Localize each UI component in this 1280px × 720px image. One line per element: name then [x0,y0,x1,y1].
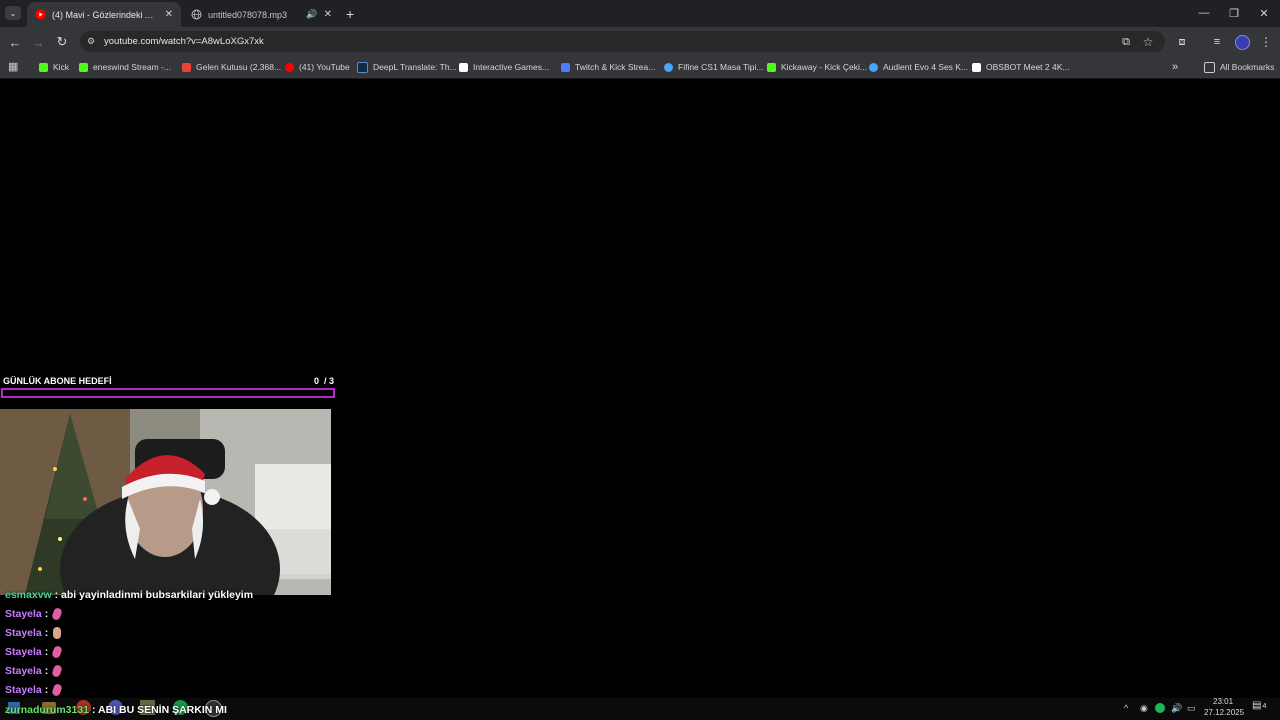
bookmark-gmail[interactable]: Gelen Kutusu (2.368... [182,60,281,74]
emote-icon [51,664,63,679]
media-controls-icon[interactable]: ≡ [1208,33,1226,51]
chevron-down-icon: ⌄ [9,8,17,18]
bookmark-eneswind[interactable]: eneswind Stream -... [79,60,171,74]
close-tab-icon[interactable]: ✕ [165,9,173,20]
chat-username: Stayela [5,627,42,639]
chat-username: zurnadurum3131 [5,704,90,716]
reload-button[interactable]: ↻ [53,33,71,51]
bookmark-kick[interactable]: Kick [39,60,69,74]
notification-count: 4 [1262,703,1267,710]
discord-tray-icon[interactable]: ◉ [1140,701,1148,715]
interactive-games-icon [459,62,468,72]
bookmark-obsbot[interactable]: OBSBOT Meet 2 4K... [972,60,1069,74]
chat-username: Stayela [5,665,42,677]
new-tab-button[interactable]: + [346,6,354,22]
youtube-icon [35,9,46,20]
w-icon [972,62,981,72]
all-bookmarks-button[interactable]: All Bookmarks [1204,60,1274,74]
chat-message: Stayela : [5,645,63,660]
bookmark-twitch-kick[interactable]: Twitch & Kick Strea... [561,60,655,74]
tray-overflow-icon[interactable]: ^ [1124,701,1128,715]
arrow-left-icon: ← [8,34,22,50]
folder-icon [1204,61,1215,73]
maximize-button[interactable]: ❐ [1221,4,1247,22]
extensions-icon[interactable]: ⧈ [1173,33,1191,51]
chat-text: abi yayinladinmi bubsarkilari yükleyim [61,589,254,601]
chat-message: esmaxvw : abi yayinladinmi bubsarkilari … [5,589,254,601]
deepl-icon [357,61,368,73]
verified-check-icon [664,62,673,72]
tab-search-button[interactable]: ⌄ [5,6,21,20]
tab-title: (4) Mavi - Gözlerindeki Ay (Aku [52,9,159,20]
chat-username: Stayela [5,608,42,620]
emote-icon [51,645,63,660]
bookmark-interactive-games[interactable]: Interactive Games... [459,60,549,74]
bookmark-deepl[interactable]: DeepL Translate: Th... [357,60,457,74]
bookmark-youtube[interactable]: (41) YouTube [285,60,350,74]
volume-icon[interactable]: 🔊 [1171,701,1182,715]
chat-username: Stayela [5,646,42,658]
chat-message: Stayela : [5,664,63,679]
more-bookmarks-icon[interactable]: » [1172,60,1178,74]
youtube-icon [285,62,294,72]
spotify-tray-icon[interactable] [1155,701,1165,715]
profile-avatar[interactable] [1235,35,1250,50]
tab-title: untitled078078.mp3 [208,9,288,20]
emote-icon [51,683,63,698]
chat-text: ABI BU SENİN ŞARKIN MI [97,704,227,716]
url-text[interactable]: youtube.com/watch?v=A8wLoXGx7xk [104,36,264,47]
webcam-feed [0,409,331,595]
forward-button[interactable]: → [29,33,47,51]
goal-title: GÜNLÜK ABONE HEDEFİ [3,376,112,386]
cp-icon [561,62,570,72]
tab-youtube[interactable]: (4) Mavi - Gözlerindeki Ay (Aku ✕ [27,2,181,27]
emote-icon [53,627,62,640]
goal-count: 0 / 3 [314,376,335,386]
reload-icon: ↻ [56,34,68,49]
tab-mp3[interactable]: untitled078078.mp3 🔊 ✕ [183,2,340,27]
globe-icon [191,9,202,20]
bookmark-fifine[interactable]: Fifine CS1 Masa Tipi... [664,60,764,74]
more-menu-icon[interactable]: ⋮ [1257,33,1275,51]
bookmark-audient[interactable]: Audient Evo 4 Ses K... [869,60,968,74]
chat-message: Stayela : [5,627,62,640]
close-window-button[interactable]: ✕ [1251,4,1277,22]
back-button[interactable]: ← [6,33,24,51]
clock-date[interactable]: 27.12.2025 [1204,708,1244,717]
kickaway-icon [767,62,776,72]
chat-message: zurnadurum3131 : ABI BU SENİN ŞARKIN MI [5,704,227,716]
notification-center-icon[interactable]: ▤4 [1252,700,1266,711]
verified-check-icon [869,62,878,72]
close-tab-icon[interactable]: ✕ [324,9,332,20]
chat-username: esmaxvw [5,589,52,601]
bookmark-star-icon[interactable]: ☆ [1139,33,1157,51]
site-info-icon[interactable]: ⚙ [87,36,95,47]
kick-icon [79,62,88,72]
gmail-icon [182,62,191,72]
network-icon[interactable]: ▭ [1187,701,1196,715]
chat-message: Stayela : [5,683,63,698]
webcam-image [0,409,331,595]
clock-time[interactable]: 23:01 [1213,697,1233,706]
bookmark-kickaway[interactable]: Kickaway - Kick Çeki... [767,60,867,74]
chat-message: Stayela : [5,607,63,622]
install-app-icon[interactable]: ⧉ [1117,33,1135,51]
minimize-button[interactable]: — [1191,4,1217,22]
apps-grid-icon[interactable]: ▦ [8,60,18,73]
kick-icon [39,62,48,72]
emote-icon [51,607,63,622]
speaker-icon[interactable]: 🔊 [306,9,317,20]
arrow-right-icon: → [31,34,45,50]
goal-progress-bar [1,388,335,398]
chat-username: Stayela [5,684,42,696]
